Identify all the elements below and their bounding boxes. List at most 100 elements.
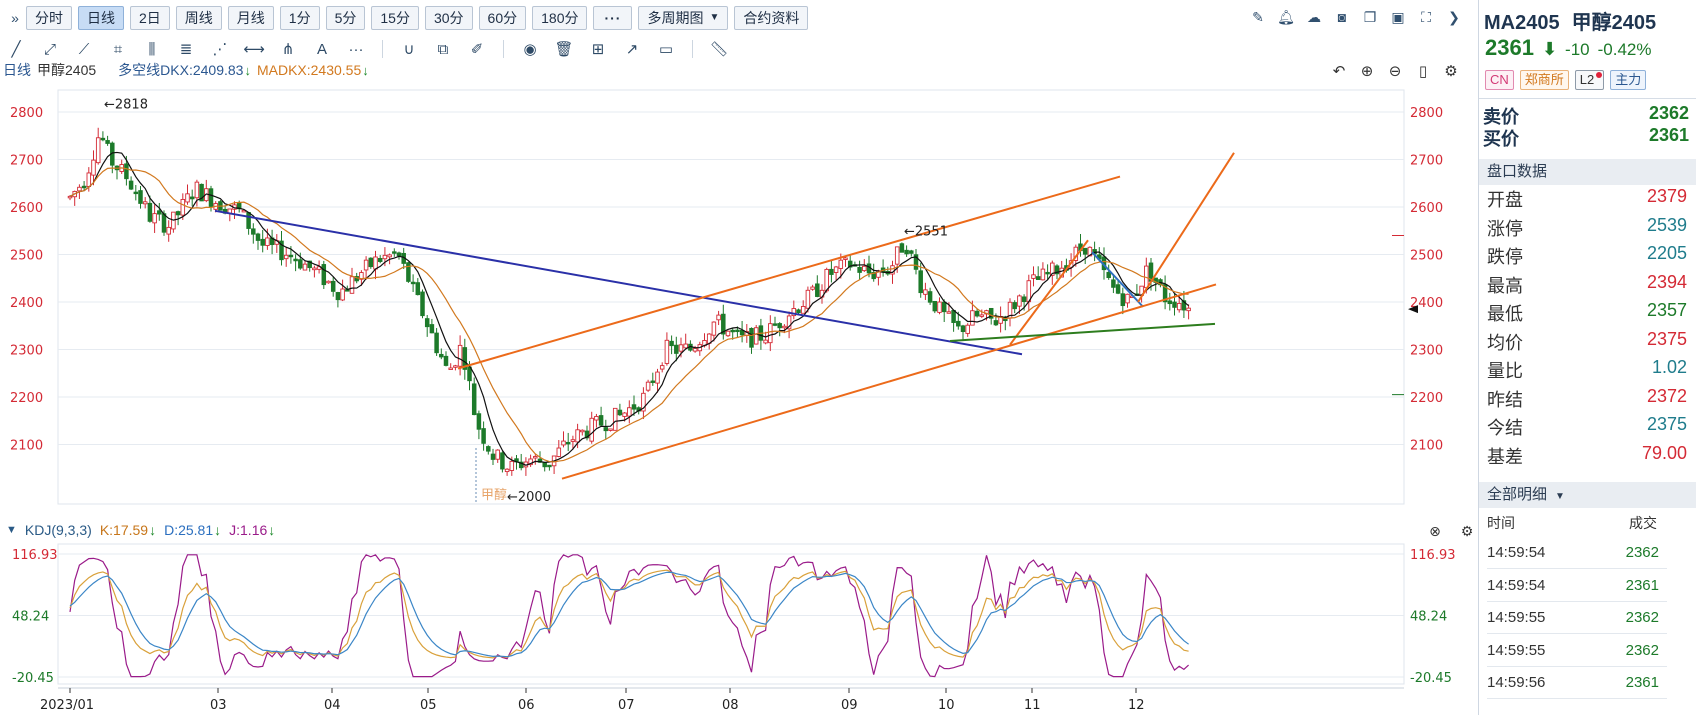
period-button[interactable]: 1分 xyxy=(279,6,320,30)
eye-icon[interactable]: ◉ xyxy=(518,38,542,60)
double-chevron-right-icon[interactable]: » xyxy=(4,7,26,29)
kdj-chart[interactable]: 116.93 116.93 48.24 48.24 -20.45 -20.45 2023/… xyxy=(0,517,1475,715)
more-tools-icon[interactable]: ··· xyxy=(344,38,368,60)
period-button[interactable]: 30分 xyxy=(424,6,473,30)
period-button[interactable]: 5分 xyxy=(325,6,366,30)
detail-section-header[interactable]: 全部明细 ▼ xyxy=(1479,482,1696,508)
fan-tool-icon[interactable]: ⋰ xyxy=(208,38,232,60)
symbol-label: 甲醇2405 xyxy=(37,62,97,78)
y-tick-right: 2100 xyxy=(1410,439,1443,454)
magnet-icon[interactable]: ∪ xyxy=(397,38,421,60)
layers-icon[interactable]: ⧉ xyxy=(431,38,455,60)
candle-body xyxy=(1082,247,1088,255)
candle-body xyxy=(904,249,909,255)
period-button[interactable]: 周线 xyxy=(175,6,222,30)
ray-tool-icon[interactable]: ⤢ xyxy=(38,38,62,60)
candle-body xyxy=(730,329,735,333)
tag-exchange[interactable]: 郑商所 xyxy=(1519,70,1569,90)
share-icon[interactable]: ↗ xyxy=(620,38,644,60)
image-icon[interactable]: ▣ xyxy=(1386,6,1410,28)
candle-body xyxy=(302,263,308,271)
text-tool-icon[interactable]: A xyxy=(310,38,334,60)
path-tool-icon[interactable]: ⟋ xyxy=(72,38,96,60)
candle-body xyxy=(476,413,482,430)
trade-row[interactable]: 14:59:54 2361 xyxy=(1487,570,1667,602)
period-button[interactable]: 月线 xyxy=(227,6,274,30)
grid-icon[interactable]: ⊞ xyxy=(586,38,610,60)
multi-period-button[interactable]: 多周期图 ▼ xyxy=(638,6,729,30)
candle-body xyxy=(594,415,599,421)
candle-body xyxy=(481,428,486,444)
fullscreen-icon[interactable]: ⛶ xyxy=(1414,6,1438,28)
trade-time: 14:59:56 xyxy=(1487,674,1546,691)
period-button[interactable]: 60分 xyxy=(478,6,527,30)
measure-tool-icon[interactable]: ⟷ xyxy=(242,38,266,60)
drawing-tools: ╱ ⤢ ⟋ ⌗ ⫼ ≣ ⋰ ⟷ ⋔ A ··· ∪ ⧉ ✐ ◉ 🗑︎ ⊞ ↗ ▭… xyxy=(0,36,820,62)
candle-body xyxy=(133,191,139,195)
divider xyxy=(1479,98,1696,99)
cloud-icon[interactable]: ☁︎ xyxy=(1302,6,1326,28)
candle-body xyxy=(894,246,900,265)
candle-body xyxy=(753,327,759,345)
kdj-y-tick-right: 48.24 xyxy=(1410,610,1447,625)
bid-price[interactable]: 2361 xyxy=(1649,125,1689,151)
candle-body xyxy=(1172,301,1177,308)
candle-body xyxy=(796,309,801,314)
period-button[interactable]: 2日 xyxy=(130,6,170,30)
candle-body xyxy=(838,259,844,269)
crop-tool-icon[interactable]: ⌗ xyxy=(106,38,130,60)
period-button[interactable]: 15分 xyxy=(371,6,419,30)
zoom-out-icon[interactable]: ⊖ xyxy=(1384,60,1406,82)
quote-section-header[interactable]: 盘口数据 xyxy=(1479,159,1696,185)
copy-icon[interactable]: ❐ xyxy=(1358,6,1382,28)
candlestick-chart[interactable]: 2800 28002700 27002600 26002500 25002400 2400… xyxy=(0,88,1475,506)
more-periods-button[interactable]: ··· xyxy=(593,6,633,30)
candle-body xyxy=(622,412,627,417)
pen-icon[interactable]: ✎ xyxy=(1246,6,1270,28)
candle-body xyxy=(1040,268,1046,281)
period-button[interactable]: 日线 xyxy=(78,6,124,30)
undo-icon[interactable]: ↶ xyxy=(1328,60,1350,82)
trade-row[interactable]: 14:59:54 2362 xyxy=(1487,537,1667,569)
camera-icon[interactable]: ◙ xyxy=(1330,6,1354,28)
trash-icon[interactable]: 🗑︎ xyxy=(552,38,576,60)
tag-l2-label: L2 xyxy=(1579,72,1595,87)
candle-body xyxy=(312,267,317,271)
tag-main[interactable]: 主力 xyxy=(1610,70,1647,90)
ruler-icon[interactable]: 📏︎ xyxy=(707,38,731,60)
tag-l2[interactable]: L2 xyxy=(1574,70,1605,90)
eraser-icon[interactable]: ✐ xyxy=(465,38,489,60)
contract-title: MA2405 甲醇2405 xyxy=(1484,6,1656,35)
zoom-in-icon[interactable]: ⊕ xyxy=(1356,60,1378,82)
contract-info-button[interactable]: 合约资料 xyxy=(734,6,809,30)
trade-row[interactable]: 14:59:55 2362 xyxy=(1487,635,1667,667)
bell-icon[interactable]: 🔔︎ xyxy=(1274,6,1298,28)
line-tool-icon[interactable]: ╱ xyxy=(4,38,28,60)
candle-body xyxy=(166,226,171,235)
candle-body xyxy=(716,314,721,321)
candle-body xyxy=(1106,271,1111,278)
dkx-name[interactable]: 多空线 xyxy=(118,60,160,80)
period-button[interactable]: 180分 xyxy=(532,6,588,30)
trade-time: 14:59:54 xyxy=(1487,576,1546,594)
comment-icon[interactable]: ▭ xyxy=(654,38,678,60)
price-change: -10 xyxy=(1565,40,1590,59)
document-icon[interactable]: ▯ xyxy=(1412,60,1434,82)
settings-icon[interactable]: ⚙ xyxy=(1440,60,1462,82)
trade-row[interactable]: 14:59:56 2361 xyxy=(1487,667,1667,699)
candle-body xyxy=(387,254,392,258)
trend-line-orange-up xyxy=(1009,239,1089,346)
chevron-right-icon[interactable]: ❯ xyxy=(1442,6,1466,28)
tag-cn[interactable]: CN xyxy=(1485,70,1514,90)
period-button[interactable]: 分时 xyxy=(26,6,72,30)
bars-tool-icon[interactable]: ⫼ xyxy=(140,38,164,60)
candle-body xyxy=(575,429,580,443)
candle-body xyxy=(650,380,656,383)
gann-tool-icon[interactable]: ⋔ xyxy=(276,38,300,60)
trade-price: 2362 xyxy=(1625,544,1659,561)
trade-row[interactable]: 14:59:55 2362 xyxy=(1487,602,1667,634)
candle-body xyxy=(645,381,651,391)
candle-body xyxy=(735,329,740,333)
candle-body xyxy=(373,256,378,270)
fib-tool-icon[interactable]: ≣ xyxy=(174,38,198,60)
